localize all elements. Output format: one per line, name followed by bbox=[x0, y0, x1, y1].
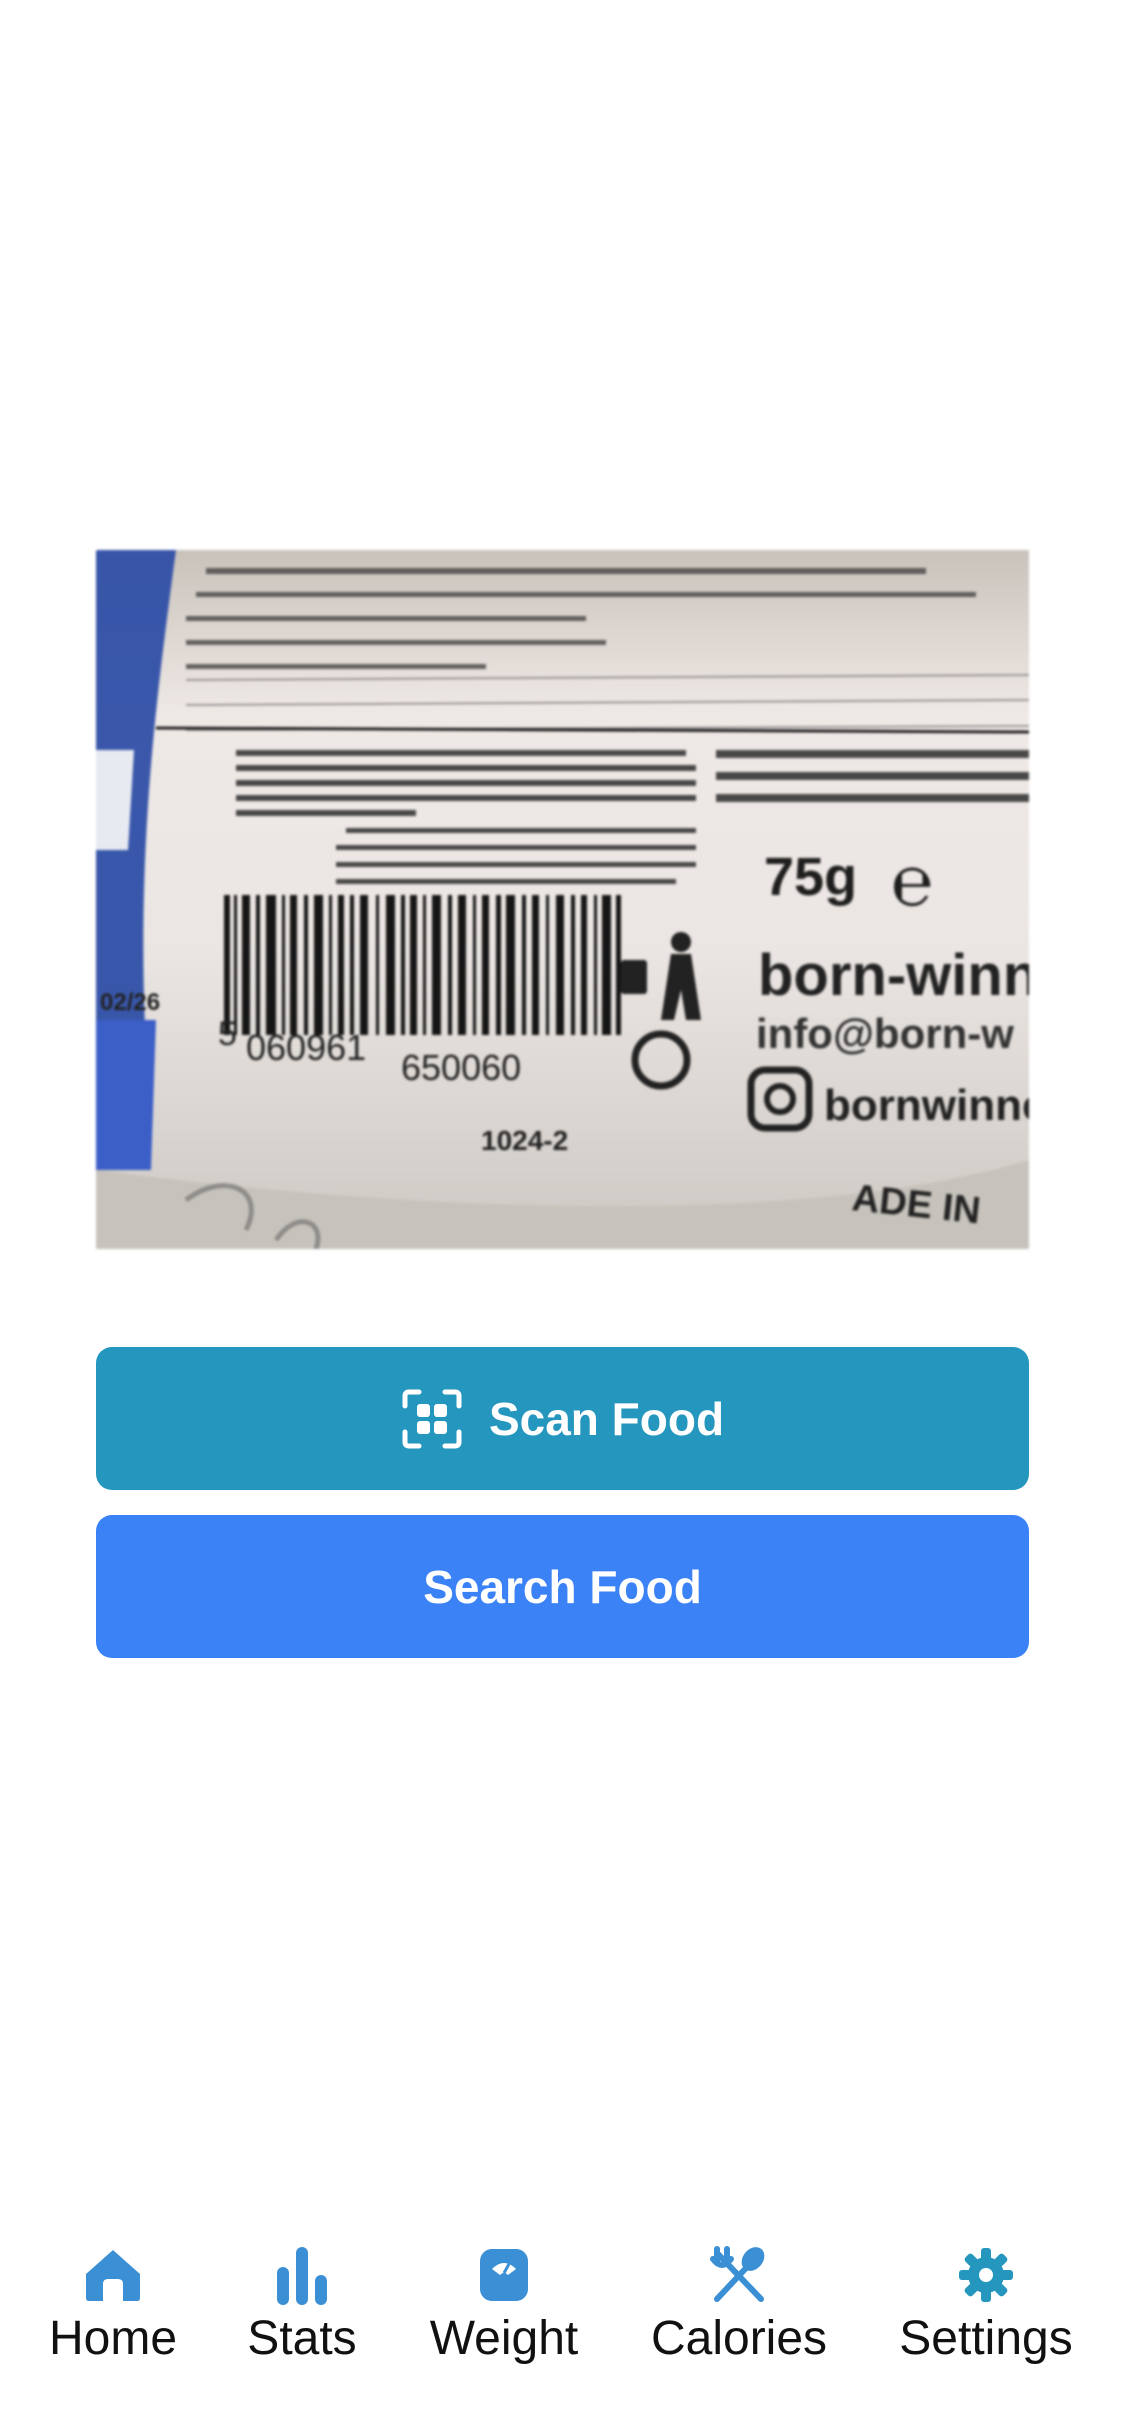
tab-home[interactable]: Home bbox=[48, 2245, 178, 2363]
scale-icon bbox=[474, 2245, 534, 2305]
batch-code: 1024-2 bbox=[481, 1125, 568, 1156]
email-text: info@born-w bbox=[756, 1010, 1014, 1057]
tab-settings[interactable]: Settings bbox=[896, 2245, 1076, 2363]
tab-weight[interactable]: Weight bbox=[428, 2245, 580, 2363]
date-text: 02/26 bbox=[100, 989, 160, 1016]
tab-settings-label: Settings bbox=[899, 2312, 1073, 2365]
scan-food-button[interactable]: Scan Food bbox=[96, 1347, 1029, 1490]
home-icon bbox=[83, 2245, 143, 2305]
barcode-digits-group-1: 060961 bbox=[246, 1027, 366, 1068]
estimated-sign-icon: ℮ bbox=[891, 842, 933, 920]
search-food-label: Search Food bbox=[423, 1560, 702, 1613]
barcode-left-digit: 5 bbox=[218, 1015, 237, 1053]
tab-weight-label: Weight bbox=[429, 2312, 579, 2365]
search-food-button[interactable]: Search Food bbox=[96, 1515, 1029, 1658]
tab-stats-label: Stats bbox=[247, 2312, 357, 2365]
tab-stats[interactable]: Stats bbox=[246, 2245, 358, 2363]
gear-icon bbox=[956, 2245, 1016, 2305]
instagram-handle-text: bornwinne bbox=[824, 1081, 1029, 1130]
tab-calories-label: Calories bbox=[650, 2312, 828, 2365]
tab-calories[interactable]: Calories bbox=[650, 2245, 828, 2363]
camera-preview: 5 060961 650060 1024-2 75g ℮ born-winn i… bbox=[96, 550, 1029, 1249]
app-screen: 5 060961 650060 1024-2 75g ℮ born-winn i… bbox=[0, 0, 1125, 2436]
bar-chart-icon bbox=[272, 2245, 332, 2305]
utensils-icon bbox=[709, 2245, 769, 2305]
barcode-digits-group-2: 650060 bbox=[401, 1047, 521, 1088]
scan-food-label: Scan Food bbox=[488, 1392, 725, 1445]
scan-icon bbox=[401, 1388, 463, 1450]
camera-frame-image: 5 060961 650060 1024-2 75g ℮ born-winn i… bbox=[96, 550, 1029, 1249]
weight-text: 75g bbox=[764, 847, 857, 907]
brand-text: born-winn bbox=[758, 943, 1029, 1008]
tab-home-label: Home bbox=[48, 2312, 178, 2365]
